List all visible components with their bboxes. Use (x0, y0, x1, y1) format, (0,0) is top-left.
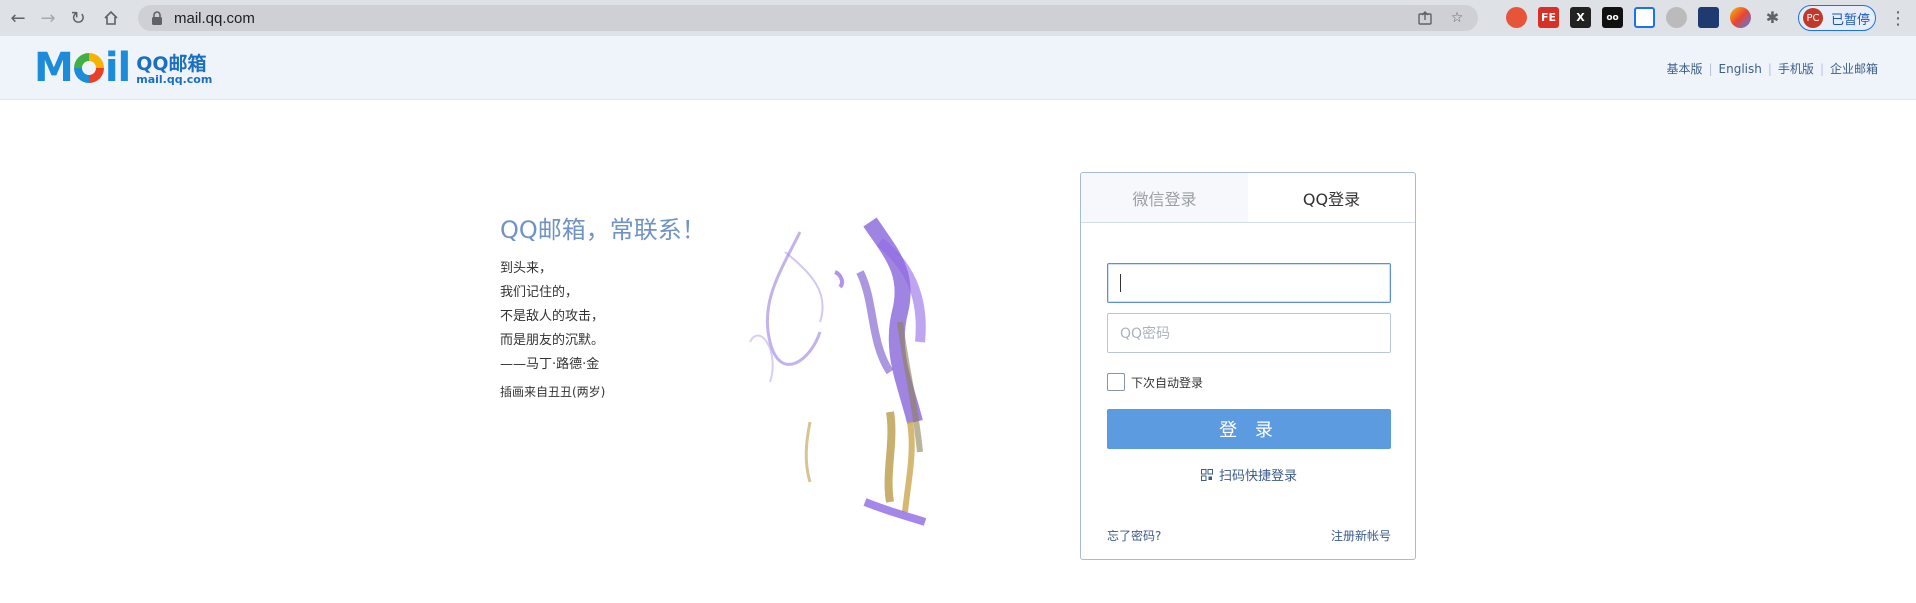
logo-domain: mail.qq.com (136, 73, 213, 86)
poem-line: 不是敌人的攻击， (500, 309, 605, 324)
login-tabs: 微信登录 QQ登录 (1081, 173, 1415, 223)
promo-title: QQ邮箱，常联系！ (500, 216, 706, 244)
qr-login-label[interactable]: 扫码快捷登录 (1219, 465, 1297, 484)
back-icon[interactable]: ← (3, 3, 33, 33)
poem: 到头来， 我们记住的， 不是敌人的攻击， 而是朋友的沉默。 ——马丁·路德·金 (500, 257, 706, 377)
profile-button[interactable]: PC 已暂停 (1798, 5, 1876, 31)
password-input[interactable]: QQ密码 (1107, 313, 1391, 353)
extension-icon[interactable]: FE (1538, 7, 1559, 28)
forgot-password-link[interactable]: 忘了密码? (1107, 527, 1161, 544)
forward-icon[interactable]: → (33, 3, 63, 33)
illustration-credit: 插画来自丑丑(两岁) (500, 385, 606, 399)
extension-icon[interactable] (1666, 7, 1687, 28)
logo-mail-mark: Mil (34, 45, 131, 91)
extension-icon[interactable] (1634, 7, 1655, 28)
address-bar[interactable]: mail.qq.com ☆ (138, 5, 1478, 31)
promo-section: QQ邮箱，常联系！ 到头来， 我们记住的， 不是敌人的攻击， 而是朋友的沉默。 … (500, 210, 706, 400)
extension-icon[interactable] (1730, 7, 1751, 28)
star-icon[interactable]: ☆ (1448, 9, 1466, 27)
link-english[interactable]: English (1719, 62, 1762, 76)
extension-tray: FE X oo ✱ (1506, 7, 1783, 28)
menu-icon[interactable]: ⋮ (1888, 8, 1908, 29)
lock-icon[interactable] (150, 11, 164, 25)
extension-icon[interactable]: X (1570, 7, 1591, 28)
remember-checkbox[interactable] (1107, 373, 1125, 391)
site-header: Mil QQ邮箱 mail.qq.com 基本版 | English | 手机版… (0, 36, 1916, 100)
illustration (749, 217, 927, 526)
reload-icon[interactable]: ↻ (63, 3, 93, 33)
account-input[interactable] (1107, 263, 1391, 303)
share-icon[interactable] (1416, 9, 1434, 27)
text-caret (1120, 274, 1121, 292)
tab-wechat-login[interactable]: 微信登录 (1081, 173, 1248, 222)
register-link[interactable]: 注册新帐号 (1331, 527, 1391, 544)
remember-label[interactable]: 下次自动登录 (1131, 374, 1203, 391)
avatar: PC (1803, 8, 1823, 28)
password-placeholder: QQ密码 (1120, 326, 1171, 342)
login-button[interactable]: 登 录 (1107, 409, 1391, 449)
tab-qq-login[interactable]: QQ登录 (1248, 173, 1415, 222)
link-mobile[interactable]: 手机版 (1778, 60, 1814, 77)
remember-me[interactable]: 下次自动登录 (1107, 373, 1203, 391)
extension-icon[interactable]: oo (1602, 7, 1623, 28)
login-panel: 微信登录 QQ登录 QQ密码 下次自动登录 登 录 扫码快捷登录 忘了密码? 注… (1080, 172, 1416, 560)
extension-icon[interactable] (1506, 7, 1527, 28)
logo-title: QQ邮箱 (136, 53, 207, 75)
browser-toolbar: ← → ↻ mail.qq.com ☆ FE X oo ✱ PC 已暂停 ⋮ (0, 0, 1916, 36)
link-enterprise[interactable]: 企业邮箱 (1830, 60, 1878, 77)
header-links: 基本版 | English | 手机版 | 企业邮箱 (1666, 60, 1878, 77)
extensions-icon[interactable]: ✱ (1762, 7, 1783, 28)
url-text[interactable]: mail.qq.com (174, 10, 255, 27)
poem-line: 到头来， (500, 261, 553, 276)
extension-icon[interactable] (1698, 7, 1719, 28)
poem-line: 而是朋友的沉默。 (500, 333, 605, 348)
poem-line: ——马丁·路德·金 (500, 357, 600, 372)
poem-line: 我们记住的， (500, 285, 579, 300)
qqmail-logo[interactable]: Mil QQ邮箱 mail.qq.com (34, 45, 213, 91)
link-basic-version[interactable]: 基本版 (1666, 60, 1702, 77)
profile-status: 已暂停 (1831, 12, 1871, 28)
qr-login-link[interactable]: 扫码快捷登录 (1081, 465, 1417, 484)
qr-code-icon (1200, 468, 1213, 481)
login-footer-links: 忘了密码? 注册新帐号 (1107, 527, 1391, 544)
home-icon[interactable] (96, 3, 126, 33)
